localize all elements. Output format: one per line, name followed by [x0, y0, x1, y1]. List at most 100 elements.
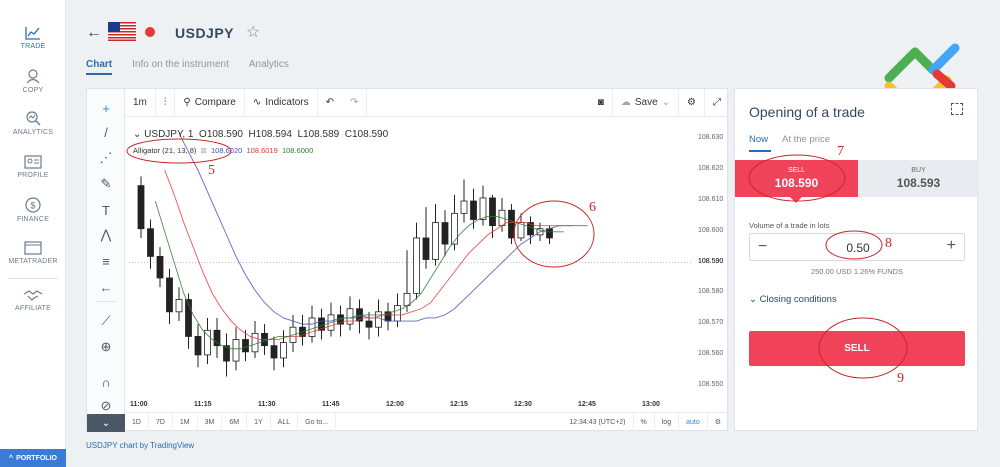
nav-item-affiliate[interactable]: AFFILIATE — [0, 288, 66, 312]
funds-info: 250.00 USD 1.26% FUNDS — [810, 267, 904, 276]
candle — [242, 339, 249, 353]
legend-collapse-icon[interactable]: ⌄ — [133, 129, 141, 140]
candle — [308, 317, 316, 337]
candle — [147, 228, 154, 257]
crosshair-tool-icon[interactable]: + — [97, 99, 115, 117]
trade-chart-icon — [25, 27, 40, 40]
chevron-down-icon[interactable]: ⌄ — [87, 414, 125, 432]
fib-tool-icon[interactable]: ⋰ — [97, 149, 115, 167]
buy-price-button[interactable]: BUY 108.593 — [858, 160, 979, 197]
profile-icon — [24, 155, 42, 169]
ruler-tool-icon[interactable]: ⟋ — [97, 312, 115, 330]
sell-pointer — [790, 197, 802, 203]
annotation-label: 7 — [837, 144, 844, 159]
annotation-label: 8 — [885, 236, 892, 251]
minus-icon[interactable]: − — [758, 238, 767, 256]
tab-analytics[interactable]: Analytics — [249, 59, 289, 75]
tab-at-the-price[interactable]: At the price — [782, 134, 830, 145]
sell-button[interactable]: SELL — [749, 331, 965, 366]
back-arrow-tool-icon[interactable]: ← — [97, 278, 115, 296]
indicator-legend: Alligator (21, 13, 8) ⊠ 108.6020 108.601… — [133, 146, 314, 155]
candle — [280, 342, 287, 359]
goto-button[interactable]: Go to... — [298, 412, 337, 432]
price-axis[interactable]: 108.550 108.560 108.570 108.580 108.590 108.6… — [693, 121, 729, 398]
chevron-down-icon: ⌄ — [661, 97, 671, 108]
redo-button[interactable]: ↷ — [342, 88, 368, 117]
range-1m[interactable]: 1M — [173, 412, 198, 432]
pattern-tool-icon[interactable]: ⋀ — [97, 226, 115, 244]
nav-item-analytics[interactable]: ANALYTICS — [0, 111, 66, 136]
range-7d[interactable]: 7D — [149, 412, 173, 432]
trendline-tool-icon[interactable]: / — [97, 123, 115, 141]
candles-icon: ⫶ — [163, 97, 167, 108]
closing-conditions-toggle[interactable]: ⌄ Closing conditions — [749, 294, 837, 305]
sell-price-button[interactable]: SELL 108.590 — [735, 160, 858, 197]
price-tick-label: 108.600 — [698, 226, 724, 234]
indicators-icon: ∿ — [252, 97, 262, 108]
candle — [232, 339, 240, 362]
price-tick-label: 108.570 — [698, 319, 724, 327]
range-all[interactable]: ALL — [271, 412, 299, 432]
favorite-star-icon[interactable]: ☆ — [246, 22, 260, 42]
candle — [270, 345, 278, 359]
compare-button[interactable]: ⚲ Compare — [175, 88, 245, 117]
back-arrow-icon[interactable]: ← — [86, 24, 102, 42]
prediction-tool-icon[interactable]: ≡ — [97, 252, 115, 270]
candle — [441, 222, 449, 245]
candle — [460, 200, 468, 214]
tradingview-credit-link[interactable]: USDJPY chart by TradingView — [86, 441, 194, 450]
tool-divider — [95, 301, 117, 302]
tab-chart[interactable]: Chart — [86, 59, 113, 75]
candle — [166, 277, 173, 313]
candle — [394, 305, 401, 322]
auto-toggle[interactable]: auto — [679, 412, 708, 432]
range-1y[interactable]: 1Y — [247, 412, 271, 432]
time-axis[interactable]: 11:00 11:15 11:30 11:45 12:00 12:15 12:30 12:45… — [129, 398, 693, 412]
range-3m[interactable]: 3M — [198, 412, 223, 432]
fullscreen-icon: ⤢ — [713, 97, 721, 108]
fullscreen-button[interactable]: ⤢ — [705, 89, 729, 117]
jp-flag-icon — [145, 27, 155, 37]
nav-item-copy[interactable]: COPY — [0, 69, 66, 94]
expand-panel-icon[interactable] — [951, 103, 963, 115]
nav-item-profile[interactable]: PROFILE — [0, 155, 66, 179]
undo-button[interactable]: ↶ — [318, 89, 342, 117]
candle — [156, 256, 164, 279]
nav-item-finance[interactable]: $ FINANCE — [0, 197, 66, 223]
candle — [251, 332, 259, 353]
volume-input[interactable] — [830, 240, 886, 256]
range-6m[interactable]: 6M — [222, 412, 248, 432]
magnet-tool-icon[interactable]: ∩ — [97, 373, 115, 391]
indicators-button[interactable]: ∿ Indicators — [245, 88, 318, 117]
nav-item-metatrader[interactable]: METATRADER — [0, 241, 66, 265]
analytics-icon — [26, 111, 41, 126]
nav-item-trade[interactable]: TRADE — [0, 26, 66, 50]
candle — [470, 200, 477, 220]
save-button[interactable]: ☁ Save ⌄ — [613, 88, 680, 117]
tab-info[interactable]: Info on the instrument — [132, 59, 229, 75]
chart-type-button[interactable]: ⫶ — [156, 88, 176, 117]
screenshot-button[interactable]: ◙ — [590, 88, 613, 117]
time-tick-label: 12:15 — [450, 401, 468, 408]
plus-icon[interactable]: + — [947, 237, 956, 255]
text-tool-icon[interactable]: T — [97, 201, 115, 219]
cloud-icon: ☁ — [620, 97, 631, 108]
chevron-down-icon: ⌄ — [749, 294, 757, 305]
chart-settings-button[interactable]: ⚙ — [708, 412, 729, 432]
brush-tool-icon[interactable]: ✎ — [97, 175, 115, 193]
candle — [413, 237, 420, 294]
log-toggle[interactable]: log — [655, 412, 680, 432]
redo-icon: ↷ — [350, 97, 359, 108]
range-1d[interactable]: 1D — [125, 412, 149, 432]
left-nav: TRADE COPY ANALYTICS PROFILE $ FINANCE M… — [0, 0, 66, 467]
interval-button[interactable]: 1m — [125, 88, 156, 117]
instrument-title: USDJPY — [175, 25, 235, 41]
percent-toggle[interactable]: % — [634, 412, 655, 432]
tab-now[interactable]: Now — [749, 134, 768, 145]
lock-tool-icon[interactable]: ⊘ — [97, 397, 115, 415]
zoom-in-tool-icon[interactable]: ⊕ — [97, 338, 115, 356]
indicator-close-icon[interactable]: ⊠ — [201, 146, 207, 155]
settings-button[interactable]: ⚙ — [679, 88, 705, 117]
portfolio-button[interactable]: ^ PORTFOLIO — [0, 449, 66, 467]
price-tick-label: 108.560 — [698, 349, 724, 357]
